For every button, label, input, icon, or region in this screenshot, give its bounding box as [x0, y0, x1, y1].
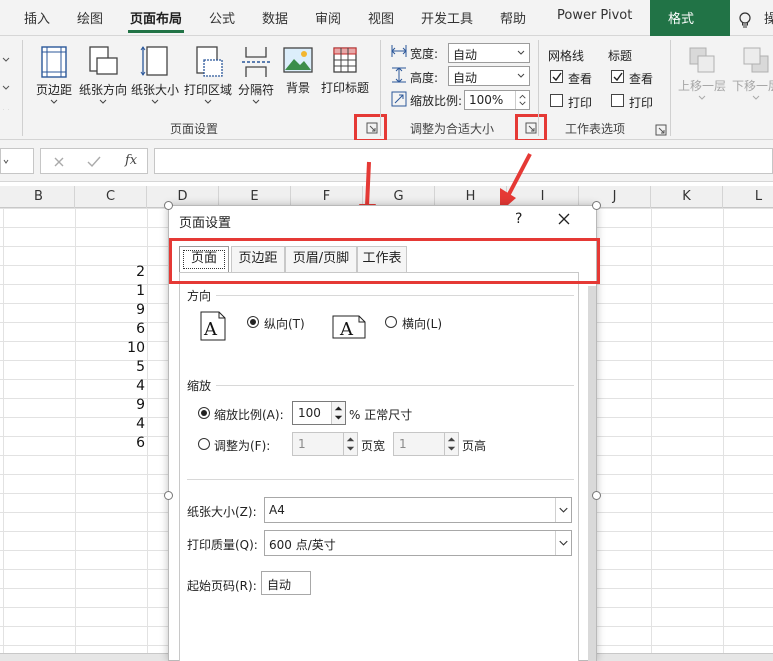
portrait-radio[interactable]: [247, 316, 259, 328]
selection-handle[interactable]: [592, 201, 601, 210]
landscape-radio[interactable]: [385, 316, 397, 328]
fit-pages-wide-value: 1: [298, 437, 306, 451]
selection-handle[interactable]: [592, 491, 601, 500]
paper-size-label: 纸张大小(Z):: [187, 505, 257, 519]
print-quality-value: 600 点/英寸: [269, 538, 336, 552]
selection-handle[interactable]: [164, 491, 173, 500]
chevron-down-icon[interactable]: [555, 531, 571, 555]
orientation-section-title: 方向: [187, 289, 212, 303]
landscape-letter: A: [339, 319, 354, 339]
fit-to-label[interactable]: 调整为(F):: [214, 437, 270, 454]
help-button[interactable]: ?: [515, 211, 522, 227]
spinner-arrows-icon[interactable]: [444, 433, 458, 455]
spinner-arrows-icon[interactable]: [331, 402, 345, 424]
page-tab-panel: 方向 A 纵向(T) A 横向(L) 缩放 缩放比例(A): 100 % 正常尺…: [179, 272, 579, 661]
close-icon[interactable]: [557, 212, 571, 226]
paper-size-value: A4: [269, 503, 285, 517]
fit-pages-tall-value: 1: [399, 437, 407, 451]
scaling-section-title: 缩放: [187, 379, 212, 393]
adjust-to-radio[interactable]: [198, 407, 210, 419]
adjust-to-input[interactable]: 100: [292, 401, 346, 425]
portrait-label[interactable]: 纵向(T): [264, 315, 305, 332]
pages-tall-label: 页高: [462, 439, 487, 453]
highlight-box-dialog-tabs: [169, 238, 600, 284]
arrow-shaft-left: [365, 161, 371, 207]
pages-wide-label: 页宽: [361, 439, 386, 453]
fit-to-radio[interactable]: [198, 438, 210, 450]
section-divider: [216, 385, 574, 386]
dialog-title: 页面设置: [179, 216, 232, 231]
page-setup-dialog: 页面设置 ? 页面 页边距 页眉/页脚 工作表 方向 A 纵向(T) A 横向(…: [168, 205, 600, 661]
portrait-letter: A: [203, 319, 218, 340]
spinner-arrows-icon[interactable]: [343, 433, 357, 455]
arrow-shaft-right: [506, 153, 532, 197]
adjust-to-label[interactable]: 缩放比例(A):: [214, 406, 284, 423]
paper-size-select[interactable]: A4: [264, 497, 572, 523]
portrait-page-icon: A: [200, 311, 226, 341]
adjust-to-value: 100: [298, 406, 321, 420]
dialog-scrollbar[interactable]: [588, 286, 596, 661]
section-divider: [187, 479, 574, 480]
section-divider: [216, 295, 574, 296]
fit-pages-tall-input[interactable]: 1: [393, 432, 459, 456]
chevron-down-icon[interactable]: [555, 498, 571, 522]
first-page-value: 自动: [267, 578, 292, 592]
landscape-label[interactable]: 横向(L): [402, 315, 442, 332]
print-quality-select[interactable]: 600 点/英寸: [264, 530, 572, 556]
fit-pages-wide-input[interactable]: 1: [292, 432, 358, 456]
landscape-page-icon: A: [332, 315, 366, 339]
normal-size-label: % 正常尺寸: [349, 408, 413, 422]
print-quality-label: 打印质量(Q):: [187, 538, 258, 552]
first-page-input[interactable]: 自动: [261, 571, 311, 595]
selection-handle[interactable]: [164, 201, 173, 210]
first-page-label: 起始页码(R):: [187, 579, 257, 593]
